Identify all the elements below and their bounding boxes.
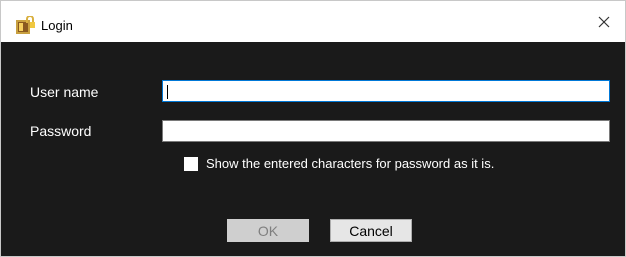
ok-button[interactable]: OK	[227, 219, 309, 242]
window-title: Login	[41, 18, 73, 33]
password-label: Password	[30, 123, 92, 139]
padlock-app-icon	[16, 15, 36, 34]
username-label: User name	[30, 84, 99, 100]
title-bar[interactable]: Login	[1, 1, 625, 42]
login-dialog: Login User name Password Show the entere…	[0, 0, 626, 257]
password-input[interactable]	[162, 120, 610, 142]
dialog-body	[1, 42, 625, 256]
text-caret	[167, 85, 168, 99]
cancel-button[interactable]: Cancel	[330, 219, 412, 242]
show-password-checkbox[interactable]	[184, 157, 198, 171]
username-input[interactable]	[162, 80, 610, 102]
close-button[interactable]	[593, 13, 615, 35]
close-icon	[598, 15, 610, 33]
show-password-label[interactable]: Show the entered characters for password…	[206, 156, 494, 171]
